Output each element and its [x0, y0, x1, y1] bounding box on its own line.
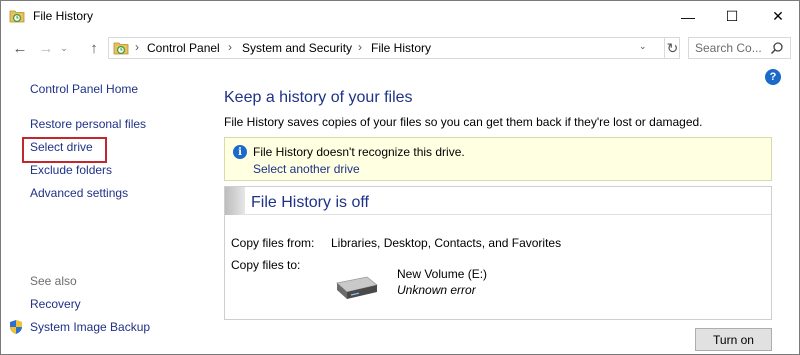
arrow-left-icon: ←: [12, 39, 28, 57]
breadcrumb-system-and-security[interactable]: System and Security: [242, 41, 352, 55]
close-button[interactable]: ✕: [755, 1, 800, 32]
up-button[interactable]: ↑: [84, 38, 104, 58]
turn-on-button[interactable]: Turn on: [695, 328, 772, 351]
sidebar-item-restore-personal-files[interactable]: Restore personal files: [30, 117, 146, 131]
info-icon: i: [233, 145, 247, 159]
status-panel: File History is off Copy files from: Lib…: [224, 186, 772, 320]
address-bar[interactable]: › Control Panel › System and Security › …: [108, 37, 680, 59]
file-history-window: File History — ☐ ✕ ← → ⌄ ↑ › Control Pan…: [0, 0, 800, 355]
breadcrumb-separator-icon: ›: [358, 40, 362, 54]
recent-locations-button[interactable]: ⌄: [57, 38, 71, 58]
drive-icon: [336, 276, 378, 299]
arrow-up-icon: ↑: [90, 39, 98, 57]
sidebar-item-select-drive[interactable]: Select drive: [30, 140, 93, 154]
breadcrumb-control-panel[interactable]: Control Panel: [147, 41, 220, 55]
copy-from-value: Libraries, Desktop, Contacts, and Favori…: [331, 236, 562, 250]
chevron-down-icon[interactable]: ⌄: [639, 41, 647, 52]
sidebar-item-advanced-settings[interactable]: Advanced settings: [30, 186, 128, 200]
minimize-button[interactable]: —: [665, 1, 711, 32]
info-message: File History doesn't recognize this driv…: [253, 145, 465, 159]
drive-name: New Volume (E:): [397, 267, 488, 281]
refresh-icon: ↻: [666, 39, 679, 56]
title-bar: File History — ☐ ✕: [1, 1, 799, 32]
file-history-icon: [113, 42, 129, 55]
search-box[interactable]: [688, 37, 791, 59]
forward-button[interactable]: →: [36, 38, 56, 58]
search-input[interactable]: [695, 41, 765, 55]
search-icon: [770, 42, 783, 55]
sidebar-item-exclude-folders[interactable]: Exclude folders: [30, 163, 112, 177]
window-title: File History: [33, 9, 94, 23]
breadcrumb-separator-icon: ›: [228, 40, 232, 54]
see-also-recovery-link[interactable]: Recovery: [30, 297, 81, 311]
shield-icon: [10, 320, 22, 334]
chevron-down-icon: ⌄: [60, 42, 68, 53]
navigation-bar: ← → ⌄ ↑ › Control Panel › System and Sec…: [1, 32, 799, 64]
status-title: File History is off: [251, 194, 369, 211]
status-indicator-bar: [225, 187, 245, 215]
page-description: File History saves copies of your files …: [224, 115, 703, 129]
breadcrumb-file-history[interactable]: File History: [371, 41, 431, 55]
info-banner: i File History doesn't recognize this dr…: [224, 137, 772, 181]
back-button[interactable]: ←: [10, 38, 30, 58]
see-also-system-image-backup-link[interactable]: System Image Backup: [30, 320, 150, 334]
close-icon: ✕: [772, 8, 784, 24]
arrow-right-icon: →: [38, 39, 54, 57]
control-panel-home-link[interactable]: Control Panel Home: [30, 82, 138, 96]
minimize-icon: —: [681, 8, 695, 25]
file-history-icon: [9, 10, 25, 23]
help-icon[interactable]: ?: [765, 69, 781, 85]
page-title: Keep a history of your files: [224, 89, 413, 106]
drive-status: Unknown error: [397, 283, 476, 297]
see-also-heading: See also: [30, 274, 77, 288]
breadcrumb-separator-icon: ›: [135, 40, 139, 54]
refresh-button[interactable]: ↻: [664, 38, 680, 58]
maximize-button[interactable]: ☐: [709, 1, 755, 32]
select-another-drive-link[interactable]: Select another drive: [253, 162, 360, 176]
copy-to-label: Copy files to:: [231, 258, 301, 272]
maximize-icon: ☐: [725, 8, 739, 24]
copy-from-label: Copy files from:: [231, 236, 315, 250]
left-pane: Control Panel Home Restore personal file…: [1, 64, 211, 354]
status-divider: [245, 214, 771, 215]
